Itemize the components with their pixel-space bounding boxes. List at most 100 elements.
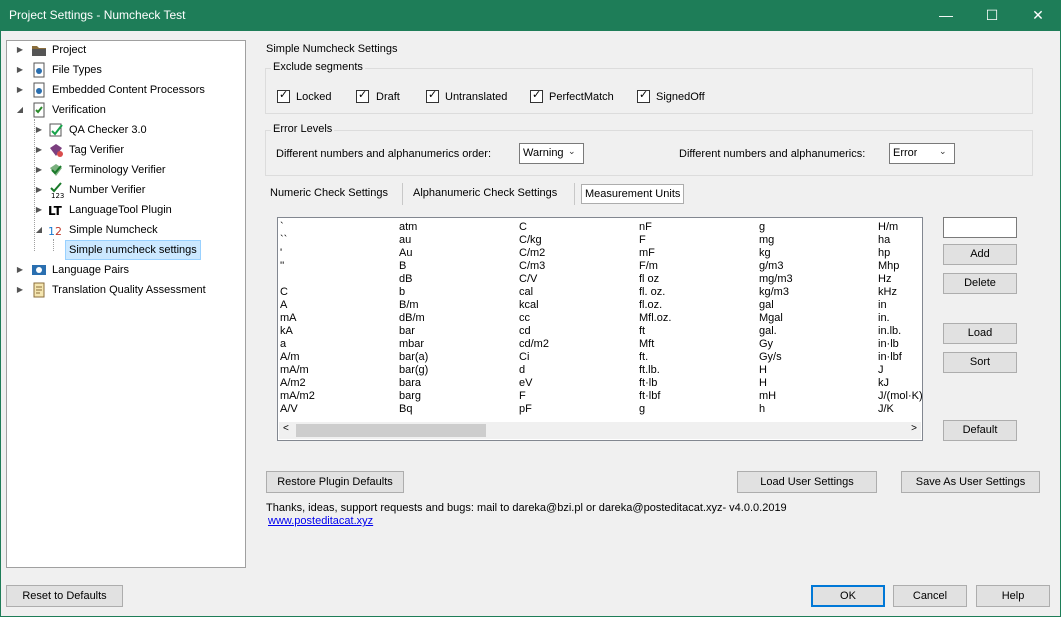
unit-item[interactable]: ft·lbf xyxy=(639,390,671,403)
unit-item[interactable]: mbar xyxy=(399,338,428,351)
unit-item[interactable]: A/V xyxy=(280,403,315,416)
unit-item[interactable]: g xyxy=(759,221,793,234)
chevron-right-icon[interactable]: > xyxy=(911,423,917,434)
unit-item[interactable]: eV xyxy=(519,377,549,390)
unit-item[interactable]: gal xyxy=(759,299,793,312)
tree-item-file-types[interactable]: ▶ File Types xyxy=(15,60,235,80)
tree-item-terminology-verifier[interactable]: ▶ Terminology Verifier xyxy=(34,160,234,180)
unit-item[interactable]: H xyxy=(759,364,793,377)
tree-item-languagetool-plugin[interactable]: ▶ LT LanguageTool Plugin xyxy=(34,200,234,220)
unit-item[interactable]: J/(mol·K) xyxy=(878,390,922,403)
unit-item[interactable]: C/V xyxy=(519,273,549,286)
unit-item[interactable]: fl.oz. xyxy=(639,299,671,312)
unit-item[interactable]: kg xyxy=(759,247,793,260)
unit-item[interactable]: kHz xyxy=(878,286,922,299)
tab-numeric-check-settings[interactable]: Numeric Check Settings xyxy=(270,182,388,204)
unit-item[interactable]: Gy xyxy=(759,338,793,351)
tree-item-tag-verifier[interactable]: ▶ Tag Verifier xyxy=(34,140,234,160)
unit-item[interactable]: cal xyxy=(519,286,549,299)
unit-item[interactable]: mF xyxy=(639,247,671,260)
unit-item[interactable]: ha xyxy=(878,234,922,247)
ok-button[interactable]: OK xyxy=(811,585,885,607)
unit-item[interactable]: nF xyxy=(639,221,671,234)
unit-item[interactable]: bar xyxy=(399,325,428,338)
cancel-button[interactable]: Cancel xyxy=(893,585,967,607)
unit-item[interactable]: bar(g) xyxy=(399,364,428,377)
unit-item[interactable]: ft. xyxy=(639,351,671,364)
tree-item-project[interactable]: ▶ Project xyxy=(15,40,235,60)
default-button[interactable]: Default xyxy=(943,420,1017,441)
unit-item[interactable]: Mft xyxy=(639,338,671,351)
diff-level-select[interactable]: Error ⌄ xyxy=(889,143,955,164)
unit-item[interactable]: J xyxy=(878,364,922,377)
load-button[interactable]: Load xyxy=(943,323,1017,344)
expand-icon[interactable]: ▶ xyxy=(34,140,44,160)
close-button[interactable]: ✕ xyxy=(1015,0,1061,31)
unit-item[interactable]: fl. oz. xyxy=(639,286,671,299)
unit-item[interactable]: F xyxy=(519,390,549,403)
unit-item[interactable]: F/m xyxy=(639,260,671,273)
unit-item[interactable]: cc xyxy=(519,312,549,325)
expand-icon[interactable]: ▶ xyxy=(15,60,25,80)
unit-item[interactable]: ft.lb. xyxy=(639,364,671,377)
unit-item[interactable]: H xyxy=(759,377,793,390)
unit-item[interactable]: C/m3 xyxy=(519,260,549,273)
restore-plugin-defaults-button[interactable]: Restore Plugin Defaults xyxy=(266,471,404,493)
unit-item[interactable]: C xyxy=(280,286,315,299)
unit-item[interactable]: Bq xyxy=(399,403,428,416)
unit-item[interactable]: gal. xyxy=(759,325,793,338)
unit-item[interactable]: mg/m3 xyxy=(759,273,793,286)
unit-item[interactable]: mA xyxy=(280,312,315,325)
tree-item-number-verifier[interactable]: ▶ 123 Number Verifier xyxy=(34,180,234,200)
unit-item[interactable]: hp xyxy=(878,247,922,260)
unit-item[interactable]: mA/m2 xyxy=(280,390,315,403)
unit-item[interactable]: g xyxy=(639,403,671,416)
unit-item[interactable]: cd/m2 xyxy=(519,338,549,351)
unit-item[interactable]: b xyxy=(399,286,428,299)
locked-checkbox[interactable] xyxy=(277,88,290,103)
order-level-select[interactable]: Warning ⌄ xyxy=(519,143,584,164)
expand-icon[interactable]: ▶ xyxy=(34,200,44,220)
unit-item[interactable]: Mhp xyxy=(878,260,922,273)
load-user-settings-button[interactable]: Load User Settings xyxy=(737,471,877,493)
signedoff-checkbox[interactable] xyxy=(637,88,650,103)
tree-item-embedded-content-processors[interactable]: ▶ Embedded Content Processors xyxy=(15,80,235,100)
tab-measurement-units[interactable]: Measurement Units xyxy=(581,184,685,204)
unit-item[interactable]: C/m2 xyxy=(519,247,549,260)
units-list[interactable]: ` `` ' '' C AmA kA a A/m mA/m A/m2 mA/m2 A/V atm au Au… xyxy=(277,217,923,441)
unit-item[interactable]: Mgal xyxy=(759,312,793,325)
unit-item[interactable]: J/K xyxy=(878,403,922,416)
unit-item[interactable]: Mfl.oz. xyxy=(639,312,671,325)
unit-item[interactable]: in·lbf xyxy=(878,351,922,364)
unit-item[interactable]: dB/m xyxy=(399,312,428,325)
unit-item[interactable]: h xyxy=(759,403,793,416)
unit-item[interactable]: in·lb xyxy=(878,338,922,351)
unit-item[interactable]: mg xyxy=(759,234,793,247)
unit-item[interactable]: H/m xyxy=(878,221,922,234)
unit-item[interactable]: Au xyxy=(399,247,428,260)
unit-item[interactable]: in.lb. xyxy=(878,325,922,338)
unit-item[interactable]: '' xyxy=(280,260,315,273)
unit-item[interactable]: au xyxy=(399,234,428,247)
tree-item-simple-numcheck-settings[interactable]: Simple numcheck settings xyxy=(65,240,215,260)
tree-item-language-pairs[interactable]: ▶ Language Pairs xyxy=(15,260,235,280)
add-button[interactable]: Add xyxy=(943,244,1017,265)
unit-item[interactable]: mH xyxy=(759,390,793,403)
expand-icon[interactable]: ▶ xyxy=(15,260,25,280)
scrollbar-thumb[interactable] xyxy=(296,424,486,437)
tree-item-qa-checker[interactable]: ▶ QA Checker 3.0 xyxy=(34,120,234,140)
unit-item[interactable]: g/m3 xyxy=(759,260,793,273)
tree-item-simple-numcheck[interactable]: ◢ 12 Simple Numcheck xyxy=(34,220,234,240)
tab-alphanumeric-check-settings[interactable]: Alphanumeric Check Settings xyxy=(413,182,557,204)
help-button[interactable]: Help xyxy=(976,585,1050,607)
unit-input[interactable] xyxy=(943,217,1017,238)
unit-item[interactable]: `` xyxy=(280,234,315,247)
unit-item[interactable]: d xyxy=(519,364,549,377)
tree-item-translation-quality-assessment[interactable]: ▶ Translation Quality Assessment xyxy=(15,280,235,300)
unit-item[interactable]: C/kg xyxy=(519,234,549,247)
unit-item[interactable]: ' xyxy=(280,247,315,260)
unit-item[interactable]: atm xyxy=(399,221,428,234)
unit-item[interactable]: ` xyxy=(280,221,315,234)
unit-item[interactable]: A/m xyxy=(280,351,315,364)
collapse-icon[interactable]: ◢ xyxy=(34,220,44,240)
